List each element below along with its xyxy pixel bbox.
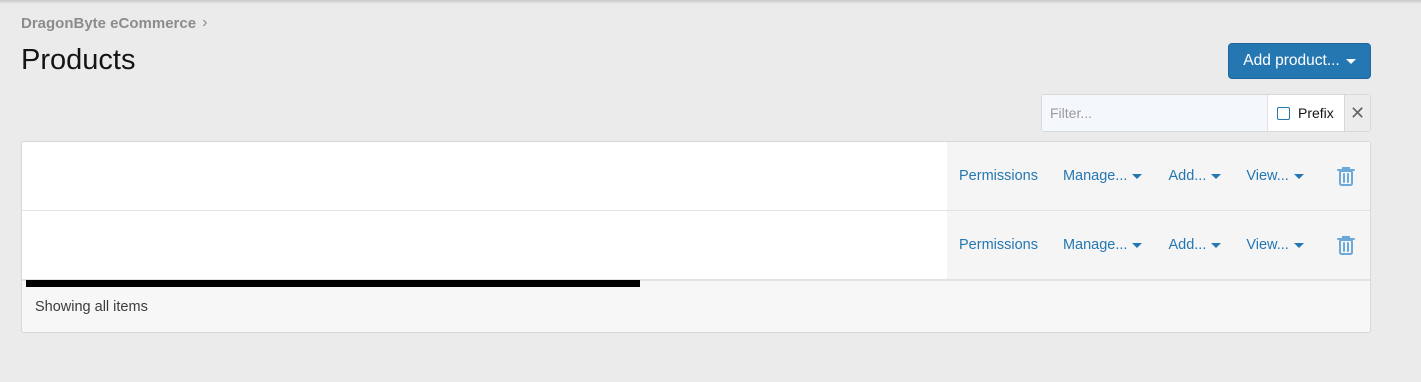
prefix-checkbox[interactable]: Prefix bbox=[1267, 95, 1344, 131]
filter-input[interactable] bbox=[1042, 95, 1267, 131]
caret-down-icon bbox=[1211, 173, 1222, 179]
permissions-link[interactable]: Permissions bbox=[959, 168, 1038, 184]
add-product-button[interactable]: Add product... bbox=[1228, 43, 1371, 79]
row-title-cell[interactable] bbox=[22, 211, 947, 279]
chevron-right-icon: › bbox=[202, 14, 208, 31]
manage-menu[interactable]: Manage... bbox=[1063, 168, 1143, 184]
view-label: View... bbox=[1246, 168, 1289, 184]
add-label: Add... bbox=[1168, 168, 1207, 184]
add-menu[interactable]: Add... bbox=[1168, 168, 1222, 184]
add-product-label: Add product... bbox=[1243, 52, 1340, 69]
permissions-link[interactable]: Permissions bbox=[959, 237, 1038, 253]
page-title: Products bbox=[21, 44, 136, 76]
manage-label: Manage... bbox=[1062, 168, 1128, 184]
trash-icon[interactable] bbox=[1334, 233, 1358, 257]
add-menu[interactable]: Add... bbox=[1168, 237, 1222, 253]
close-icon: ✕ bbox=[1349, 102, 1366, 123]
table-row[interactable]: Permissions Manage... Add... View... bbox=[22, 142, 1370, 211]
footer-text: Showing all items bbox=[35, 298, 148, 315]
product-list: Permissions Manage... Add... View... Per… bbox=[21, 141, 1371, 333]
breadcrumb: DragonByte eCommerce › bbox=[21, 14, 207, 32]
manage-label: Manage... bbox=[1062, 237, 1128, 253]
view-label: View... bbox=[1246, 237, 1289, 253]
clear-filter-button[interactable]: ✕ bbox=[1344, 95, 1370, 131]
prefix-label: Prefix bbox=[1298, 105, 1334, 121]
manage-menu[interactable]: Manage... bbox=[1063, 237, 1143, 253]
row-title-cell[interactable] bbox=[22, 142, 947, 210]
caret-down-icon bbox=[1132, 173, 1143, 179]
caret-down-icon bbox=[1293, 173, 1304, 179]
top-shadow bbox=[0, 0, 1421, 4]
caret-down-icon bbox=[1293, 242, 1304, 248]
add-label: Add... bbox=[1168, 237, 1207, 253]
row-actions: Permissions Manage... Add... View... bbox=[947, 211, 1370, 279]
trash-icon[interactable] bbox=[1334, 164, 1358, 188]
checkbox-icon[interactable] bbox=[1277, 106, 1290, 120]
view-menu[interactable]: View... bbox=[1246, 237, 1304, 253]
table-row[interactable]: Permissions Manage... Add... View... bbox=[22, 211, 1370, 280]
caret-down-icon bbox=[1211, 242, 1222, 248]
row-actions: Permissions Manage... Add... View... bbox=[947, 142, 1370, 210]
breadcrumb-link[interactable]: DragonByte eCommerce bbox=[21, 15, 196, 32]
caret-down-icon bbox=[1345, 58, 1356, 64]
filter-bar: Prefix ✕ bbox=[1041, 94, 1371, 132]
list-footer: Showing all items bbox=[22, 280, 1370, 332]
caret-down-icon bbox=[1132, 242, 1143, 248]
view-menu[interactable]: View... bbox=[1246, 168, 1304, 184]
